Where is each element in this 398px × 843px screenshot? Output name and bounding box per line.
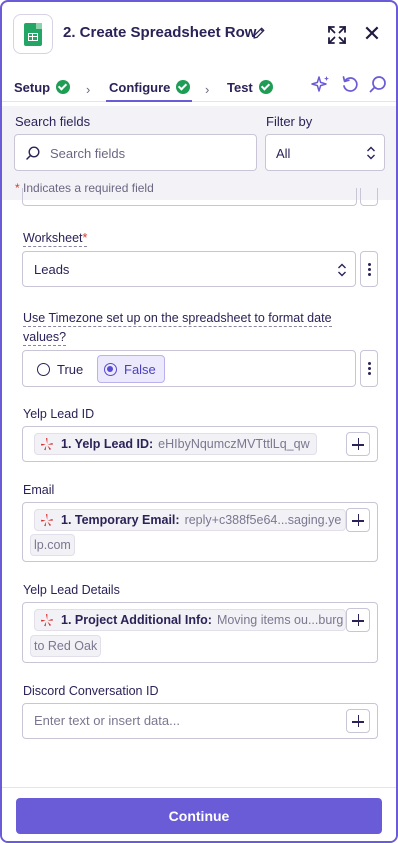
worksheet-value: Leads: [34, 262, 70, 277]
input-placeholder: Enter text or insert data...: [34, 713, 180, 728]
timezone-label-line2: values?: [23, 330, 67, 346]
pencil-icon[interactable]: [252, 26, 266, 40]
yelp-icon: [41, 438, 53, 451]
radio-true[interactable]: True: [31, 355, 91, 383]
step-editor-panel: 2. Create Spreadsheet Row ✕ Setup › Conf…: [0, 0, 398, 843]
radio-false[interactable]: False: [97, 355, 165, 383]
mapped-data-pill-continuation: to Red Oak: [30, 635, 102, 657]
chevron-up-down-icon: [338, 263, 346, 277]
search-placeholder: Search fields: [50, 146, 126, 161]
check-circle-icon: [258, 80, 273, 94]
step-tabs: Setup › Configure › Test: [2, 66, 396, 102]
radio-selected-icon: [104, 362, 117, 376]
radio-circle-icon: [37, 362, 50, 376]
previous-field-menu-button[interactable]: [360, 188, 378, 206]
worksheet-options-button[interactable]: [360, 251, 378, 287]
search-icon[interactable]: [368, 74, 388, 94]
worksheet-select[interactable]: Leads: [22, 251, 356, 287]
check-circle-icon: [56, 80, 71, 94]
yelp-lead-id-label: Yelp Lead ID: [23, 407, 95, 421]
discord-conversation-id-label: Discord Conversation ID: [23, 684, 159, 698]
insert-data-button[interactable]: [346, 709, 370, 733]
tab-label: Test: [227, 79, 253, 95]
field-search-bar: Search fields Filter by Search fields Al…: [2, 106, 396, 200]
yelp-lead-details-field[interactable]: 1. Project Additional Info: Moving items…: [22, 602, 378, 663]
continue-button[interactable]: Continue: [16, 798, 382, 834]
step-title[interactable]: 2. Create Spreadsheet Row: [63, 24, 256, 41]
search-fields-label: Search fields: [15, 114, 91, 129]
chevron-right-icon: ›: [86, 82, 91, 97]
active-tab-indicator: [106, 100, 192, 102]
mapped-data-pill[interactable]: 1. Temporary Email: reply+c388f5e64...sa…: [34, 509, 346, 531]
mapped-data-pill-continuation: lp.com: [30, 534, 75, 556]
insert-data-button[interactable]: [346, 508, 370, 532]
search-icon: [26, 146, 40, 160]
tab-configure[interactable]: Configure: [109, 74, 191, 100]
mapped-data-pill[interactable]: 1. Project Additional Info: Moving items…: [34, 609, 346, 631]
sparkle-icon[interactable]: [311, 74, 331, 94]
tab-label: Configure: [109, 79, 171, 95]
mapped-data-pill[interactable]: 1. Yelp Lead ID: eHIbyNqumczMVTttlLq_qw: [34, 433, 317, 455]
panel-footer: Continue: [2, 787, 396, 841]
check-circle-icon: [176, 80, 191, 94]
google-sheets-icon: [13, 14, 53, 54]
yelp-lead-details-label: Yelp Lead Details: [23, 583, 120, 597]
insert-data-button[interactable]: [346, 608, 370, 632]
undo-icon[interactable]: [340, 74, 360, 94]
email-label: Email: [23, 483, 55, 497]
search-input[interactable]: Search fields: [14, 134, 257, 171]
chevron-right-icon: ›: [205, 82, 210, 97]
expand-icon[interactable]: [326, 24, 348, 46]
yelp-icon: [41, 514, 53, 527]
timezone-radio-group: True False: [22, 350, 356, 387]
insert-data-button[interactable]: [346, 432, 370, 456]
email-field[interactable]: 1. Temporary Email: reply+c388f5e64...sa…: [22, 502, 378, 562]
panel-header: 2. Create Spreadsheet Row ✕: [2, 2, 396, 66]
timezone-label-line1: Use Timezone set up on the spreadsheet t…: [23, 311, 332, 327]
discord-conversation-id-input[interactable]: Enter text or insert data...: [22, 703, 378, 739]
worksheet-label: Worksheet*: [23, 231, 88, 247]
filter-value: All: [276, 146, 291, 161]
tab-setup[interactable]: Setup: [14, 74, 71, 100]
tab-test[interactable]: Test: [227, 74, 273, 100]
tab-label: Setup: [14, 79, 51, 95]
close-icon[interactable]: ✕: [361, 23, 383, 45]
filter-select[interactable]: All: [265, 134, 385, 171]
timezone-options-button[interactable]: [360, 350, 378, 387]
chevron-up-down-icon: [367, 146, 375, 160]
filter-by-label: Filter by: [266, 114, 313, 129]
previous-field-input[interactable]: [22, 188, 357, 206]
yelp-icon: [41, 614, 53, 627]
yelp-lead-id-field[interactable]: 1. Yelp Lead ID: eHIbyNqumczMVTttlLq_qw: [22, 426, 378, 462]
